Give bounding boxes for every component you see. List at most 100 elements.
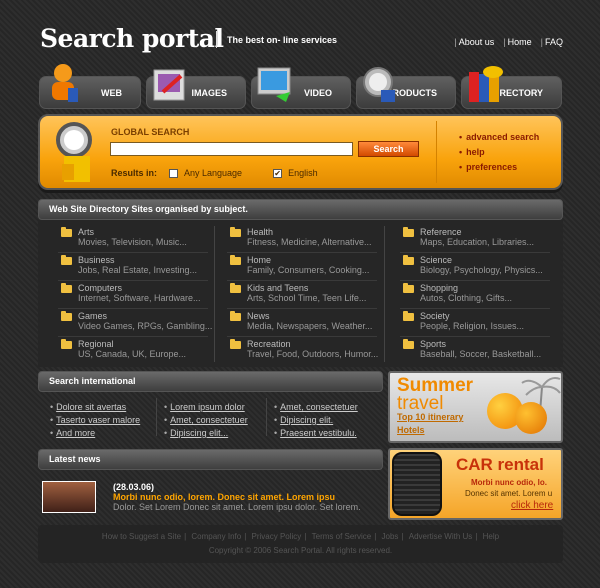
- category-title[interactable]: Society: [420, 311, 561, 321]
- orange-icon: [515, 402, 547, 434]
- category-subtopics[interactable]: Internet, Software, Hardware...: [78, 293, 219, 303]
- category-title[interactable]: Business: [78, 255, 219, 265]
- category-society[interactable]: Society People, Religion, Issues...: [401, 311, 561, 339]
- international-header: Search international: [38, 371, 383, 392]
- hotels-link[interactable]: Hotels: [397, 425, 425, 435]
- help-link[interactable]: help: [459, 145, 539, 160]
- tab-web[interactable]: WEB: [39, 64, 141, 109]
- category-title[interactable]: Games: [78, 311, 219, 321]
- tab-video[interactable]: VIDEO: [251, 67, 351, 109]
- footer-link[interactable]: Company Info: [191, 532, 241, 541]
- tab-products[interactable]: PRODUCTS: [356, 67, 456, 109]
- directory-header: Web Site Directory Sites organised by su…: [38, 199, 563, 220]
- category-title[interactable]: Shopping: [420, 283, 561, 293]
- category-subtopics[interactable]: Arts, School Time, Teen Life...: [247, 293, 388, 303]
- category-title[interactable]: Arts: [78, 227, 219, 237]
- intl-link[interactable]: Dipiscing elit...: [164, 428, 228, 438]
- news-date: (28.03.06): [113, 482, 155, 492]
- footer-link[interactable]: Help: [483, 532, 499, 541]
- category-title[interactable]: Computers: [78, 283, 219, 293]
- footer-link[interactable]: Terms of Service: [312, 532, 372, 541]
- category-shopping[interactable]: Shopping Autos, Clothing, Gifts...: [401, 283, 561, 311]
- footer-links: How to Suggest a Site | Company Info | Pri…: [101, 532, 500, 541]
- category-subtopics[interactable]: Fitness, Medicine, Alternative...: [247, 237, 388, 247]
- news-headline[interactable]: Morbi nunc odio, lorem. Donec sit amet. …: [113, 492, 335, 502]
- category-subtopics[interactable]: Movies, Television, Music...: [78, 237, 219, 247]
- category-title[interactable]: Sports: [420, 339, 561, 349]
- search-input[interactable]: [110, 142, 353, 156]
- intl-link[interactable]: Dolore sit avertas: [50, 402, 126, 412]
- category-subtopics[interactable]: Baseball, Soccer, Basketball...: [420, 349, 561, 359]
- category-title[interactable]: Science: [420, 255, 561, 265]
- category-subtopics[interactable]: Maps, Education, Libraries...: [420, 237, 561, 247]
- footer-link[interactable]: Jobs: [382, 532, 399, 541]
- folder-icon: [403, 283, 414, 293]
- tab-label: VIDEO: [303, 87, 332, 98]
- category-subtopics[interactable]: Media, Newspapers, Weather...: [247, 321, 388, 331]
- intl-link[interactable]: And more: [50, 428, 95, 438]
- category-title[interactable]: News: [247, 311, 388, 321]
- search-panel-divider: [436, 121, 437, 183]
- folder-icon: [61, 311, 72, 321]
- category-title[interactable]: Kids and Teens: [247, 283, 388, 293]
- intl-link[interactable]: Praesent vestibulu.: [274, 428, 357, 438]
- footer-link[interactable]: How to Suggest a Site: [102, 532, 181, 541]
- person-icon: [52, 64, 78, 102]
- advanced-search-link[interactable]: advanced search: [459, 130, 539, 145]
- category-title[interactable]: Health: [247, 227, 388, 237]
- global-search-label: GLOBAL SEARCH: [111, 127, 190, 137]
- site-logo[interactable]: Search portal: [40, 24, 224, 53]
- intl-link[interactable]: Amet, consectetuer: [274, 402, 358, 412]
- category-subtopics[interactable]: Video Games, RPGs, Gambling...: [78, 321, 219, 331]
- intl-link[interactable]: Amet, consectetuer: [164, 415, 248, 425]
- category-business[interactable]: Business Jobs, Real Estate, Investing...: [59, 255, 219, 283]
- category-title[interactable]: Reference: [420, 227, 561, 237]
- tab-directory[interactable]: DIRECTORY: [461, 66, 562, 109]
- category-sports[interactable]: Sports Baseball, Soccer, Basketball...: [401, 339, 561, 367]
- category-title[interactable]: Regional: [78, 339, 219, 349]
- intl-link[interactable]: Taserto vaser malore: [50, 415, 140, 425]
- category-reference[interactable]: Reference Maps, Education, Libraries...: [401, 227, 561, 255]
- footer-link[interactable]: Advertise With Us: [409, 532, 473, 541]
- category-subtopics[interactable]: Family, Consumers, Cooking...: [247, 265, 388, 275]
- about-us-link[interactable]: | About us: [454, 37, 494, 47]
- category-subtopics[interactable]: Jobs, Real Estate, Investing...: [78, 265, 219, 275]
- category-kids-and-teens[interactable]: Kids and Teens Arts, School Time, Teen Li…: [228, 283, 388, 311]
- category-subtopics[interactable]: People, Religion, Issues...: [420, 321, 561, 331]
- category-title[interactable]: Home: [247, 255, 388, 265]
- news-photo[interactable]: [42, 481, 96, 513]
- category-subtopics[interactable]: US, Canada, UK, Europe...: [78, 349, 219, 359]
- category-home[interactable]: Home Family, Consumers, Cooking...: [228, 255, 388, 283]
- english-label: English: [288, 168, 318, 178]
- folder-icon: [403, 339, 414, 349]
- footer-link[interactable]: Privacy Policy: [252, 532, 302, 541]
- category-science[interactable]: Science Biology, Psychology, Physics...: [401, 255, 561, 283]
- category-subtopics[interactable]: Biology, Psychology, Physics...: [420, 265, 561, 275]
- english-checkbox[interactable]: ✔: [273, 168, 283, 178]
- intl-link[interactable]: Dipiscing elit.: [274, 415, 333, 425]
- click-here-link[interactable]: click here: [511, 500, 553, 511]
- folder-icon: [230, 227, 241, 237]
- any-language-label: Any Language: [184, 168, 243, 178]
- any-language-checkbox[interactable]: [169, 168, 179, 178]
- faq-link[interactable]: | FAQ: [541, 37, 563, 47]
- intl-link[interactable]: Lorem ipsum dolor: [164, 402, 245, 412]
- category-computers[interactable]: Computers Internet, Software, Hardware...: [59, 283, 219, 311]
- results-options: Results in: Any Language ✔ English: [111, 168, 318, 178]
- category-subtopics[interactable]: Travel, Food, Outdoors, Humor...: [247, 349, 388, 359]
- category-games[interactable]: Games Video Games, RPGs, Gambling...: [59, 311, 219, 339]
- category-news[interactable]: News Media, Newspapers, Weather...: [228, 311, 388, 339]
- itinerary-link[interactable]: Top 10 itinerary: [397, 412, 463, 422]
- news-body: Dolor. Set Lorem Donec sit amet. Lorem i…: [113, 502, 361, 512]
- car-rental-line1: Morbi nunc odio, lo.: [471, 478, 547, 487]
- home-link[interactable]: | Home: [503, 37, 531, 47]
- category-arts[interactable]: Arts Movies, Television, Music...: [59, 227, 219, 255]
- category-health[interactable]: Health Fitness, Medicine, Alternative...: [228, 227, 388, 255]
- category-subtopics[interactable]: Autos, Clothing, Gifts...: [420, 293, 561, 303]
- category-title[interactable]: Recreation: [247, 339, 388, 349]
- category-regional[interactable]: Regional US, Canada, UK, Europe...: [59, 339, 219, 367]
- tab-images[interactable]: IMAGES: [146, 69, 246, 109]
- category-recreation[interactable]: Recreation Travel, Food, Outdoors, Humor.…: [228, 339, 388, 367]
- preferences-link[interactable]: preferences: [459, 160, 539, 175]
- search-button[interactable]: Search: [358, 141, 419, 157]
